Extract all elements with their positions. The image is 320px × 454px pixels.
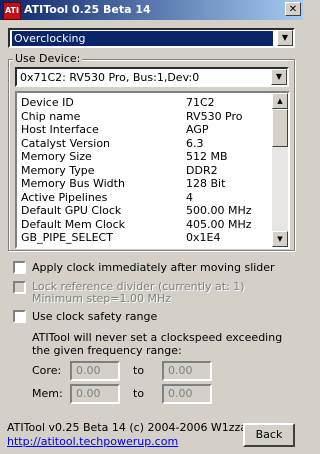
device-select[interactable]: 0x71C2: RV530 Pro, Bus:1,Dev:0 ▼ [15, 67, 289, 87]
mem-max-input[interactable]: 0.00 [162, 384, 212, 404]
property-key: Device ID [21, 96, 74, 109]
safety-range-checkbox[interactable] [13, 310, 26, 323]
property-value: 500.00 MHz [186, 204, 252, 217]
core-min-input[interactable]: 0.00 [70, 361, 120, 381]
property-value: AGP [186, 123, 209, 136]
property-value: 6.3 [186, 136, 204, 150]
property-key: GB_PIPE_SELECT [21, 231, 113, 244]
title-bar: ATI ATITool 0.25 Beta 14 ✕ [0, 0, 303, 20]
property-key: Host Interface [21, 123, 99, 136]
property-key: Memory Type [21, 163, 95, 177]
property-value: 4 [186, 190, 193, 204]
property-key: Active Pipelines [21, 190, 108, 204]
scroll-down-icon[interactable]: ▼ [272, 231, 288, 247]
mem-min-input[interactable]: 0.00 [70, 384, 120, 404]
scroll-thumb[interactable] [272, 109, 288, 147]
core-to-label: to [133, 364, 145, 377]
property-value: RV530 Pro [186, 109, 243, 123]
core-max-input[interactable]: 0.00 [162, 361, 212, 381]
scroll-up-icon[interactable]: ▲ [272, 93, 288, 109]
apply-clock-label: Apply clock immediately after moving sli… [32, 261, 275, 274]
property-value: 71C2 [186, 96, 215, 109]
property-key: Memory Size [21, 150, 92, 163]
property-key: Default GPU Clock [21, 204, 122, 217]
device-properties-list[interactable]: Device ID 71C2 Chip name RV530 Pro Host Inte… [15, 91, 290, 249]
close-button[interactable]: ✕ [285, 2, 301, 16]
chevron-down-icon[interactable]: ▼ [271, 69, 287, 85]
app-icon: ATI [3, 2, 21, 20]
lock-reference-checkbox[interactable] [13, 281, 26, 294]
property-key: Default Mem Clock [21, 217, 126, 231]
back-button[interactable]: Back [243, 423, 295, 447]
property-value: 405.00 MHz [186, 217, 252, 231]
window-title: ATITool 0.25 Beta 14 [24, 3, 151, 16]
minimum-step-label: Minimum step=1.00 MHz [32, 292, 172, 305]
properties-scrollbar[interactable]: ▲ ▼ [272, 93, 288, 247]
copyright-text: ATITool v0.25 Beta 14 (c) 2004-2006 W1zz… [7, 421, 259, 434]
mem-to-label: to [133, 387, 145, 400]
device-group-label: Use Device: [13, 52, 83, 65]
property-key: Chip name [21, 109, 81, 123]
core-label: Core: [32, 364, 62, 377]
property-value: 128 Bit [186, 177, 226, 190]
mode-select-value: Overclocking [12, 31, 273, 46]
property-key: Memory Bus Width [21, 177, 125, 190]
mode-select[interactable]: Overclocking ▼ [8, 28, 295, 48]
device-select-value: 0x71C2: RV530 Pro, Bus:1,Dev:0 [20, 71, 200, 84]
property-value: 0x1E4 [186, 231, 221, 244]
safety-description-line1: ATITool will never set a clockspeed exce… [32, 331, 283, 344]
property-value: DDR2 [186, 163, 218, 177]
chevron-down-icon[interactable]: ▼ [277, 30, 293, 46]
mem-label: Mem: [32, 387, 63, 400]
website-link[interactable]: http://atitool.techpowerup.com [7, 435, 178, 448]
property-key: Catalyst Version [21, 136, 111, 150]
safety-range-label: Use clock safety range [32, 310, 158, 323]
property-value: 512 MB [186, 150, 228, 163]
safety-description-line2: the given frequency range: [32, 344, 182, 357]
apply-clock-checkbox[interactable] [13, 261, 26, 274]
